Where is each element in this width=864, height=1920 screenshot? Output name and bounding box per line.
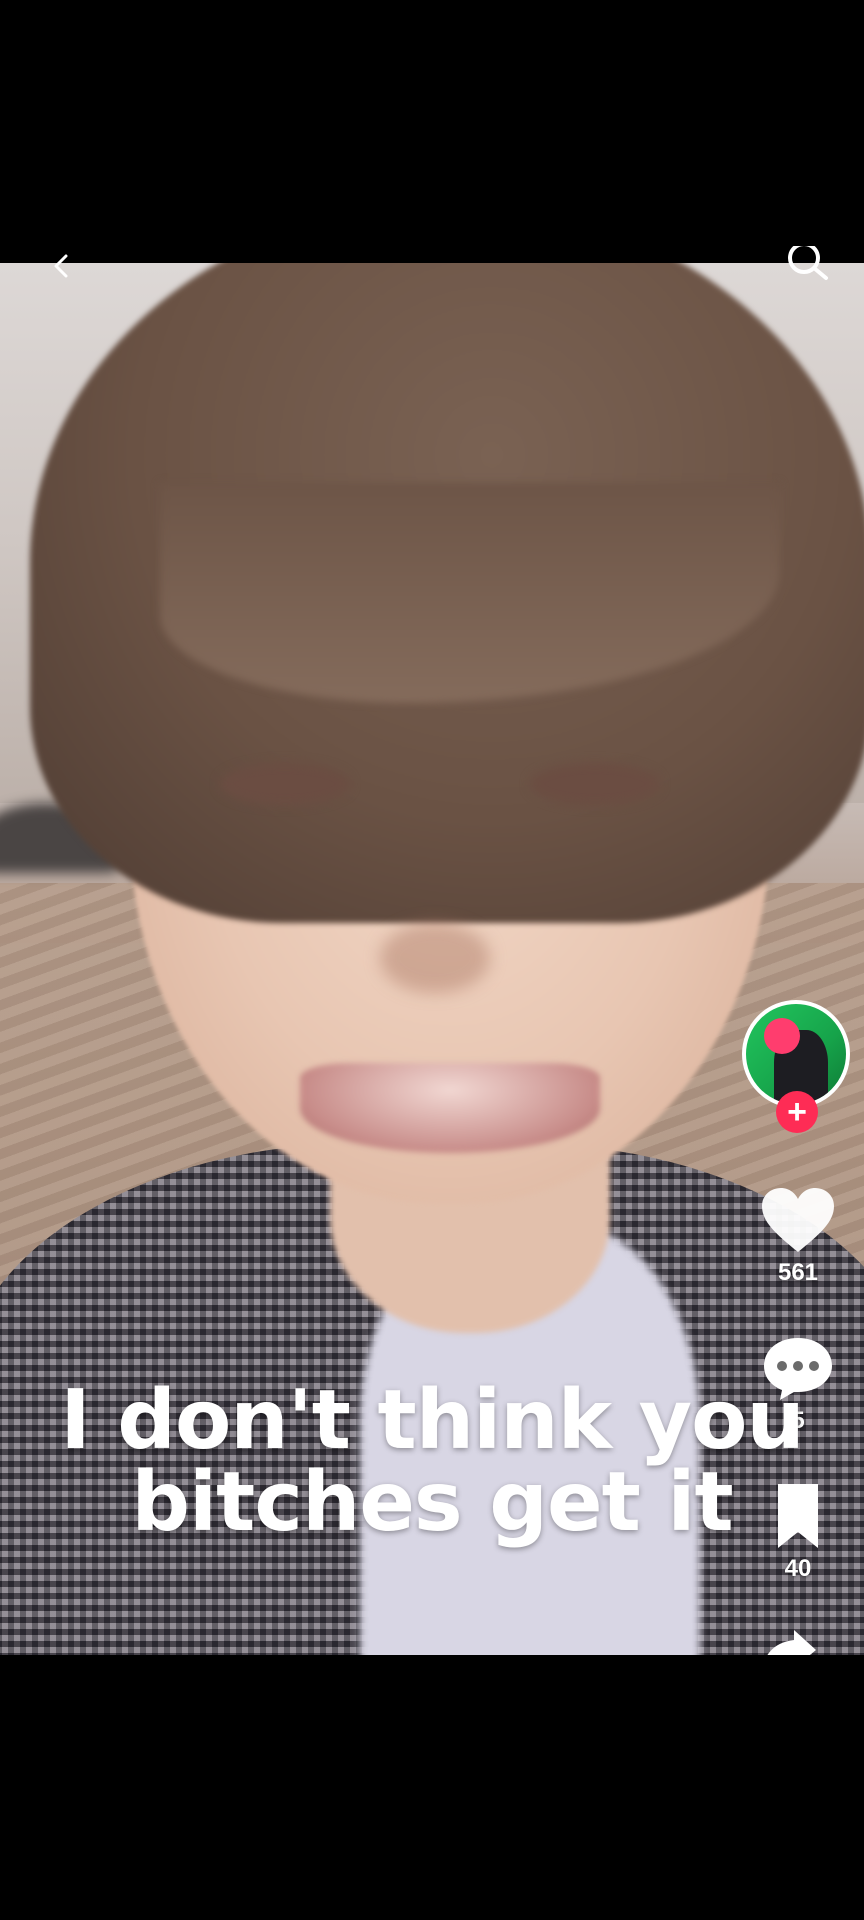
- back-arrow-icon[interactable]: [48, 252, 76, 280]
- like-count: 561: [777, 1259, 819, 1286]
- follow-button[interactable]: +: [776, 1091, 818, 1133]
- caption-line-2: bitches get it: [131, 1455, 733, 1550]
- like-button[interactable]: 561: [756, 1186, 840, 1287]
- bottom-black-bar: [0, 1655, 864, 1920]
- left-eye: [220, 763, 350, 805]
- video-caption: I don't think you bitches get it: [0, 1380, 864, 1544]
- search-icon[interactable]: [780, 242, 832, 286]
- save-count: 40: [784, 1555, 812, 1582]
- caption-line-1: I don't think you: [60, 1373, 805, 1468]
- smile: [300, 1063, 600, 1153]
- nose: [380, 923, 490, 993]
- heart-icon: [762, 1188, 834, 1252]
- share-arrow-icon[interactable]: [760, 1628, 820, 1655]
- avatar-person-head: [764, 1018, 800, 1054]
- top-black-bar: [0, 0, 864, 263]
- right-eye: [530, 763, 660, 805]
